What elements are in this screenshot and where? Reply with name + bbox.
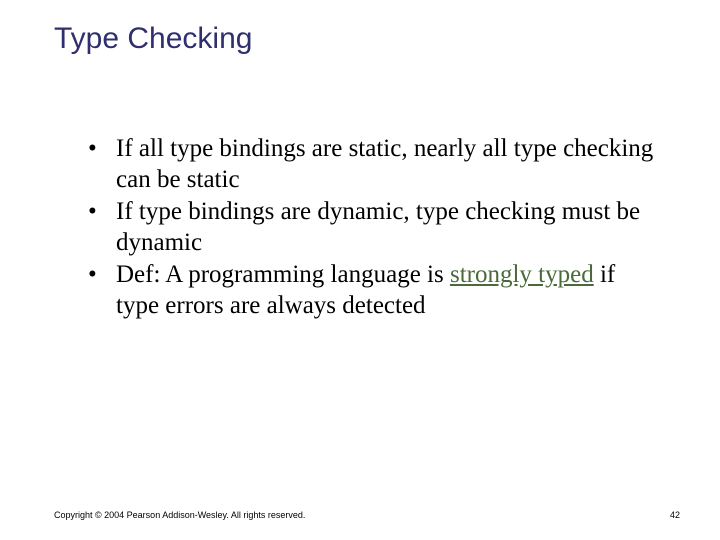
slide-title: Type Checking — [54, 22, 252, 56]
slide: Type Checking If all type bindings are s… — [0, 0, 720, 540]
emphasized-term: strongly typed — [450, 261, 594, 288]
copyright-footer: Copyright © 2004 Pearson Addison-Wesley.… — [54, 510, 680, 520]
bullet-text: If all type bindings are static, nearly … — [116, 135, 653, 193]
slide-body: If all type bindings are static, nearly … — [88, 134, 660, 323]
page-number: 42 — [670, 510, 680, 520]
bullet-item: If all type bindings are static, nearly … — [88, 134, 660, 195]
bullet-text: Def: A programming language is — [116, 261, 450, 288]
bullet-item: If type bindings are dynamic, type check… — [88, 197, 660, 258]
bullet-list: If all type bindings are static, nearly … — [88, 134, 660, 321]
bullet-text: If type bindings are dynamic, type check… — [116, 198, 640, 256]
bullet-item: Def: A programming language is strongly … — [88, 260, 660, 321]
